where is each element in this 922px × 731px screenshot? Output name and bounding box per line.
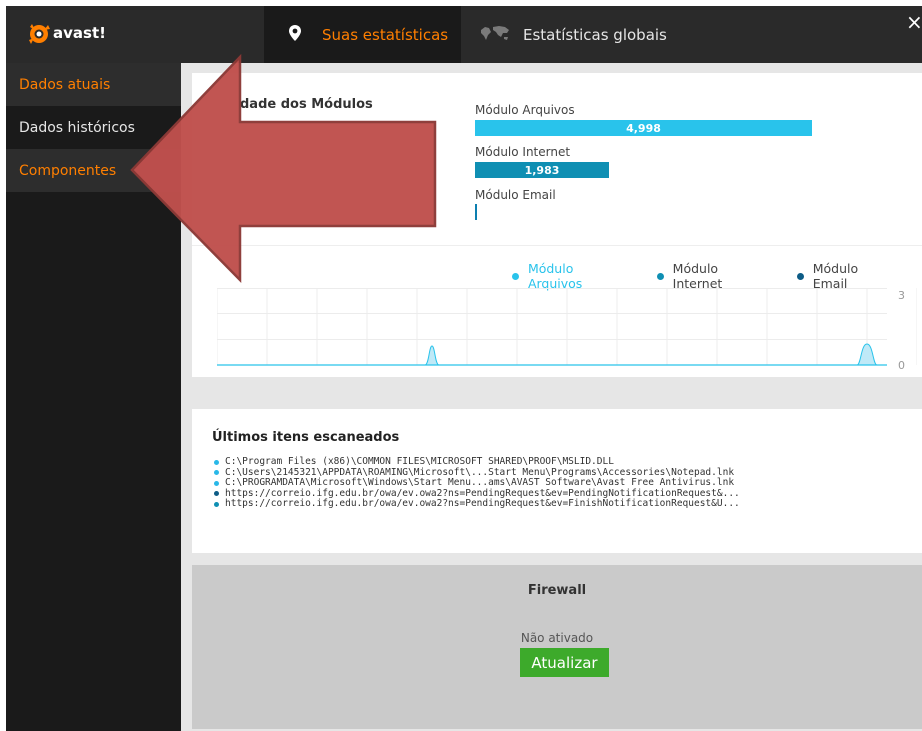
avast-logo: avast! bbox=[26, 20, 106, 46]
chart-legend: Módulo Arquivos Módulo Internet Módulo E… bbox=[512, 261, 922, 291]
scanned-items-card: Últimos itens escaneados C:\Program File… bbox=[192, 409, 922, 553]
scanned-item-path: C:\PROGRAMDATA\Microsoft\Windows\Start M… bbox=[225, 477, 735, 488]
bullet-icon bbox=[214, 480, 219, 486]
scanned-item-path: C:\Program Files (x86)\COMMON FILES\MICR… bbox=[225, 456, 614, 467]
divider bbox=[192, 245, 922, 246]
activity-spike-1 bbox=[424, 345, 440, 366]
chart-grid bbox=[217, 288, 917, 365]
firewall-card: Firewall Não ativado Atualizar bbox=[192, 565, 922, 729]
y-tick-label-top: 3 bbox=[898, 289, 905, 302]
bar-email bbox=[475, 204, 477, 220]
scanned-item-path: https://correio.ifg.edu.br/owa/ev.owa2?n… bbox=[225, 498, 740, 509]
modules-title: dade dos Módulos bbox=[240, 97, 373, 112]
sidebar-item-componentes[interactable]: Componentes bbox=[6, 149, 181, 192]
list-item: C:\PROGRAMDATA\Microsoft\Windows\Start M… bbox=[214, 477, 740, 489]
sidebar: Dados atuais Dados históricos Componente… bbox=[6, 63, 181, 731]
sidebar-item-dados-atuais[interactable]: Dados atuais bbox=[6, 63, 181, 106]
bullet-icon bbox=[214, 501, 219, 507]
sidebar-item-label: Componentes bbox=[19, 162, 117, 179]
tab-global-stats-label: Estatísticas globais bbox=[523, 25, 667, 44]
bar-label-email: Módulo Email bbox=[475, 188, 556, 202]
legend-label: Módulo Arquivos bbox=[527, 261, 583, 291]
world-map-icon bbox=[479, 24, 511, 46]
sidebar-item-label: Dados históricos bbox=[19, 119, 135, 136]
bar-label-arquivos: Módulo Arquivos bbox=[475, 103, 575, 117]
bar-arquivos: 4,998 bbox=[475, 120, 812, 136]
y-tick-label-bottom: 0 bbox=[898, 359, 905, 372]
tab-global-stats[interactable]: Estatísticas globais bbox=[461, 6, 676, 63]
firewall-status: Não ativado bbox=[520, 631, 594, 645]
firewall-title: Firewall bbox=[527, 583, 587, 598]
scanned-items-list: C:\Program Files (x86)\COMMON FILES\MICR… bbox=[214, 456, 740, 510]
legend-item-internet[interactable]: Módulo Internet bbox=[656, 261, 771, 291]
legend-item-arquivos[interactable]: Módulo Arquivos bbox=[512, 261, 631, 291]
tab-your-stats[interactable]: Suas estatísticas bbox=[264, 6, 461, 63]
top-bar: avast! Suas estatísticas Estatísticas gl… bbox=[6, 6, 922, 63]
bar-label-internet: Módulo Internet bbox=[475, 145, 571, 159]
logo-text: avast! bbox=[53, 24, 106, 42]
sidebar-item-dados-historicos[interactable]: Dados históricos bbox=[6, 106, 181, 149]
legend-label: Módulo Email bbox=[812, 261, 859, 291]
legend-item-email[interactable]: Módulo Email bbox=[796, 261, 896, 291]
close-icon[interactable]: × bbox=[906, 12, 922, 32]
legend-dot bbox=[656, 272, 664, 280]
modules-card: dade dos Módulos Módulo Arquivos 4,998 M… bbox=[192, 73, 922, 377]
bullet-icon bbox=[214, 459, 219, 465]
tab-your-stats-label: Suas estatísticas bbox=[322, 25, 449, 44]
bar-internet: 1,983 bbox=[475, 162, 609, 178]
bullet-icon bbox=[214, 491, 219, 497]
app-root: avast! Suas estatísticas Estatísticas gl… bbox=[0, 0, 922, 731]
avast-logo-icon bbox=[26, 21, 52, 45]
avast-window: avast! Suas estatísticas Estatísticas gl… bbox=[6, 6, 922, 731]
update-button[interactable]: Atualizar bbox=[520, 648, 609, 677]
list-item: https://correio.ifg.edu.br/owa/ev.owa2?n… bbox=[214, 498, 740, 510]
legend-label: Módulo Internet bbox=[672, 261, 723, 291]
activity-spike-2 bbox=[856, 343, 878, 366]
bullet-icon bbox=[214, 470, 219, 476]
scanned-items-title: Últimos itens escaneados bbox=[212, 430, 400, 445]
bar-value-arquivos: 4,998 bbox=[626, 121, 661, 135]
bar-value-internet: 1,983 bbox=[524, 163, 560, 177]
sidebar-item-label: Dados atuais bbox=[19, 76, 111, 93]
legend-dot bbox=[512, 272, 519, 280]
activity-chart: 3 0 bbox=[217, 288, 917, 372]
main-content: dade dos Módulos Módulo Arquivos 4,998 M… bbox=[181, 63, 922, 731]
location-pin-icon bbox=[288, 24, 302, 46]
legend-dot bbox=[796, 272, 804, 280]
list-item: C:\Program Files (x86)\COMMON FILES\MICR… bbox=[214, 456, 740, 468]
